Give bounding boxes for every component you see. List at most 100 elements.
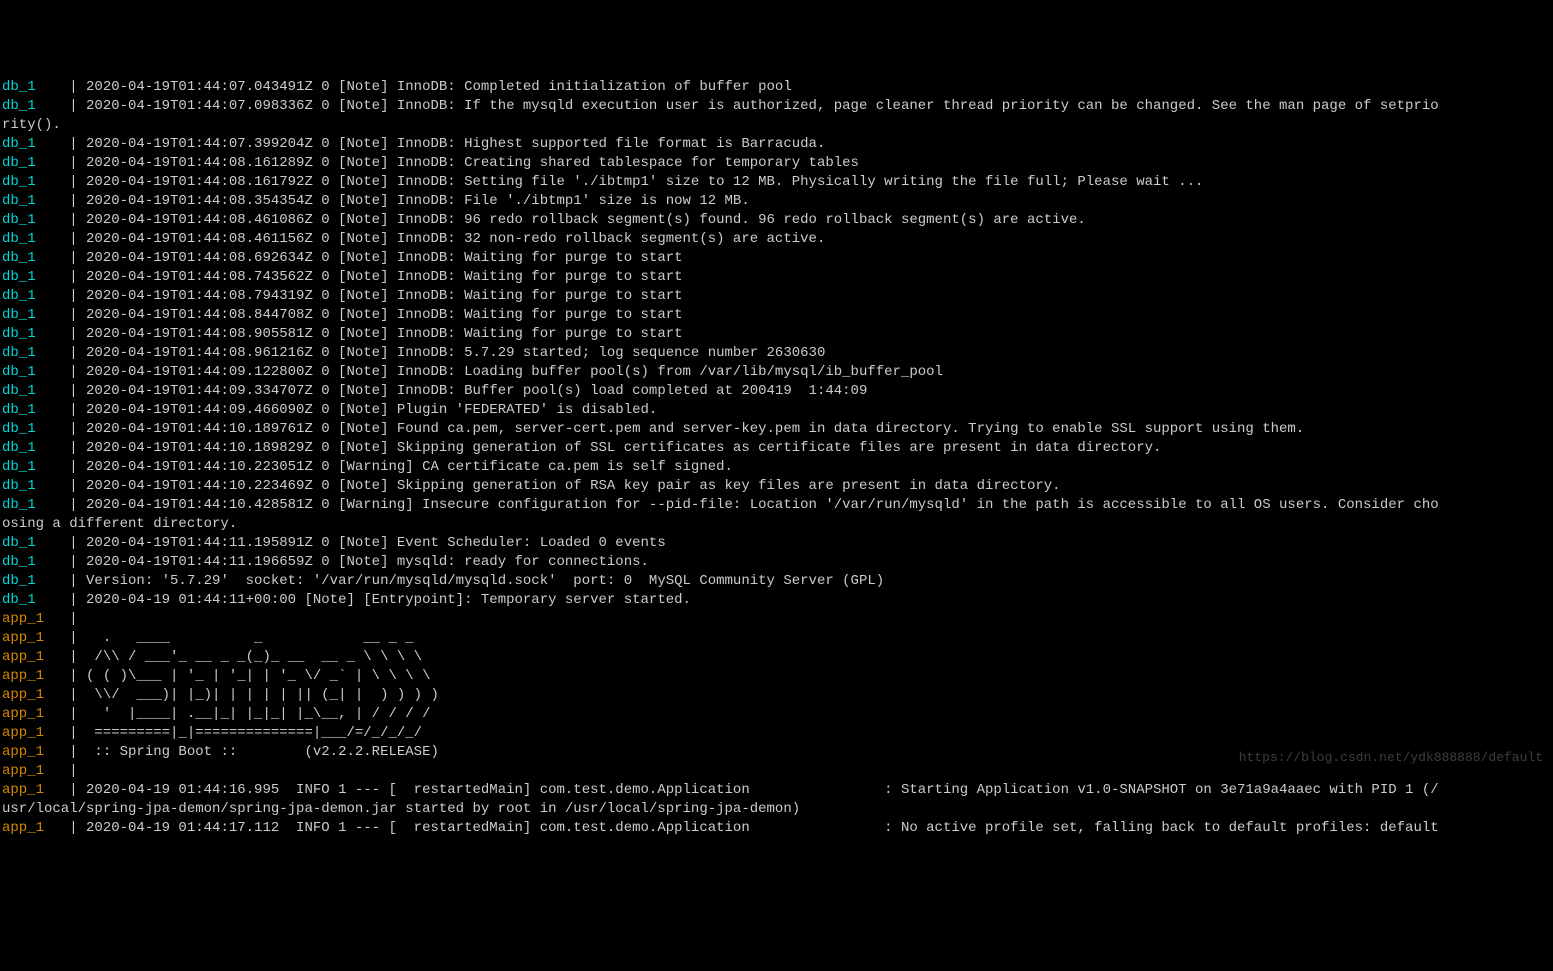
log-line: app_1 | 2020-04-19 01:44:16.995 INFO 1 -… <box>2 781 1551 800</box>
log-line: usr/local/spring-jpa-demon/spring-jpa-de… <box>2 800 1551 819</box>
log-message: | 2020-04-19T01:44:09.466090Z 0 [Note] P… <box>69 402 657 418</box>
log-message: | =========|_|==============|___/=/_/_/_… <box>69 725 422 741</box>
log-message: | 2020-04-19T01:44:07.098336Z 0 [Note] I… <box>69 98 1438 114</box>
log-line: db_1 | 2020-04-19T01:44:08.794319Z 0 [No… <box>2 287 1551 306</box>
log-message: | :: Spring Boot :: (v2.2.2.RELEASE) <box>69 744 439 760</box>
container-prefix: db_1 <box>2 269 69 285</box>
log-message: osing a different directory. <box>2 516 237 532</box>
log-line: db_1 | 2020-04-19T01:44:08.461086Z 0 [No… <box>2 211 1551 230</box>
container-prefix: db_1 <box>2 193 69 209</box>
container-prefix: db_1 <box>2 592 69 608</box>
container-prefix: db_1 <box>2 155 69 171</box>
log-line: app_1 | <box>2 610 1551 629</box>
container-prefix: db_1 <box>2 402 69 418</box>
container-prefix: db_1 <box>2 307 69 323</box>
log-line: db_1 | 2020-04-19 01:44:11+00:00 [Note] … <box>2 591 1551 610</box>
log-line: db_1 | 2020-04-19T01:44:09.334707Z 0 [No… <box>2 382 1551 401</box>
log-line: db_1 | 2020-04-19T01:44:07.043491Z 0 [No… <box>2 78 1551 97</box>
container-prefix: db_1 <box>2 98 69 114</box>
log-line: db_1 | 2020-04-19T01:44:10.223469Z 0 [No… <box>2 477 1551 496</box>
container-prefix: db_1 <box>2 535 69 551</box>
log-message: | 2020-04-19T01:44:09.122800Z 0 [Note] I… <box>69 364 943 380</box>
log-message: | 2020-04-19 01:44:16.995 INFO 1 --- [ r… <box>69 782 1438 798</box>
log-message: | 2020-04-19T01:44:08.461086Z 0 [Note] I… <box>69 212 1086 228</box>
log-message: | Version: '5.7.29' socket: '/var/run/my… <box>69 573 884 589</box>
log-message: | 2020-04-19T01:44:10.189829Z 0 [Note] S… <box>69 440 1161 456</box>
container-prefix: app_1 <box>2 611 69 627</box>
container-prefix: app_1 <box>2 763 69 779</box>
log-message: | ' |____| .__|_| |_|_| |_\__, | / / / / <box>69 706 430 722</box>
log-message: | 2020-04-19T01:44:08.794319Z 0 [Note] I… <box>69 288 682 304</box>
container-prefix: db_1 <box>2 136 69 152</box>
log-message: | <box>69 611 86 627</box>
log-line: db_1 | 2020-04-19T01:44:08.461156Z 0 [No… <box>2 230 1551 249</box>
terminal-output[interactable]: db_1 | 2020-04-19T01:44:07.043491Z 0 [No… <box>2 78 1551 838</box>
log-line: app_1 | \\/ ___)| |_)| | | | | || (_| | … <box>2 686 1551 705</box>
log-line: db_1 | 2020-04-19T01:44:11.195891Z 0 [No… <box>2 534 1551 553</box>
container-prefix: db_1 <box>2 250 69 266</box>
container-prefix: app_1 <box>2 744 69 760</box>
log-line: db_1 | 2020-04-19T01:44:08.161792Z 0 [No… <box>2 173 1551 192</box>
log-message: | 2020-04-19T01:44:08.161792Z 0 [Note] I… <box>69 174 1203 190</box>
log-message: | 2020-04-19T01:44:08.461156Z 0 [Note] I… <box>69 231 825 247</box>
log-message: | 2020-04-19T01:44:10.189761Z 0 [Note] F… <box>69 421 1304 437</box>
log-message: | <box>69 763 86 779</box>
log-line: db_1 | 2020-04-19T01:44:08.743562Z 0 [No… <box>2 268 1551 287</box>
log-line: db_1 | 2020-04-19T01:44:10.428581Z 0 [Wa… <box>2 496 1551 515</box>
container-prefix: db_1 <box>2 288 69 304</box>
log-message: | 2020-04-19T01:44:08.961216Z 0 [Note] I… <box>69 345 825 361</box>
log-line: db_1 | 2020-04-19T01:44:08.692634Z 0 [No… <box>2 249 1551 268</box>
container-prefix: db_1 <box>2 212 69 228</box>
log-line: db_1 | 2020-04-19T01:44:07.399204Z 0 [No… <box>2 135 1551 154</box>
log-message: | . ____ _ __ _ _ <box>69 630 413 646</box>
log-message: | 2020-04-19T01:44:10.428581Z 0 [Warning… <box>69 497 1438 513</box>
log-line: db_1 | 2020-04-19T01:44:10.189829Z 0 [No… <box>2 439 1551 458</box>
log-message: | ( ( )\___ | '_ | '_| | '_ \/ _` | \ \ … <box>69 668 430 684</box>
log-line: db_1 | 2020-04-19T01:44:08.961216Z 0 [No… <box>2 344 1551 363</box>
log-message: | 2020-04-19T01:44:10.223051Z 0 [Warning… <box>69 459 733 475</box>
log-line: app_1 | 2020-04-19 01:44:17.112 INFO 1 -… <box>2 819 1551 838</box>
container-prefix: app_1 <box>2 706 69 722</box>
log-message: | 2020-04-19T01:44:07.399204Z 0 [Note] I… <box>69 136 825 152</box>
log-line: db_1 | 2020-04-19T01:44:07.098336Z 0 [No… <box>2 97 1551 116</box>
log-message: | 2020-04-19T01:44:10.223469Z 0 [Note] S… <box>69 478 1060 494</box>
log-message: | 2020-04-19T01:44:08.844708Z 0 [Note] I… <box>69 307 682 323</box>
log-message: | /\\ / ___'_ __ _ _(_)_ __ __ _ \ \ \ \ <box>69 649 422 665</box>
log-line: db_1 | Version: '5.7.29' socket: '/var/r… <box>2 572 1551 591</box>
container-prefix: app_1 <box>2 820 69 836</box>
log-message: | 2020-04-19T01:44:08.692634Z 0 [Note] I… <box>69 250 682 266</box>
container-prefix: app_1 <box>2 630 69 646</box>
log-line: app_1 | ' |____| .__|_| |_|_| |_\__, | /… <box>2 705 1551 724</box>
container-prefix: app_1 <box>2 782 69 798</box>
container-prefix: db_1 <box>2 364 69 380</box>
log-message: | 2020-04-19T01:44:08.161289Z 0 [Note] I… <box>69 155 859 171</box>
container-prefix: app_1 <box>2 668 69 684</box>
log-message: | 2020-04-19T01:44:07.043491Z 0 [Note] I… <box>69 79 792 95</box>
log-line: db_1 | 2020-04-19T01:44:08.844708Z 0 [No… <box>2 306 1551 325</box>
container-prefix: db_1 <box>2 497 69 513</box>
log-line: db_1 | 2020-04-19T01:44:11.196659Z 0 [No… <box>2 553 1551 572</box>
log-line: db_1 | 2020-04-19T01:44:08.161289Z 0 [No… <box>2 154 1551 173</box>
container-prefix: db_1 <box>2 440 69 456</box>
container-prefix: db_1 <box>2 554 69 570</box>
log-message: | 2020-04-19T01:44:09.334707Z 0 [Note] I… <box>69 383 867 399</box>
log-message: | 2020-04-19T01:44:08.905581Z 0 [Note] I… <box>69 326 682 342</box>
log-message: | 2020-04-19T01:44:08.743562Z 0 [Note] I… <box>69 269 682 285</box>
log-line: app_1 | ( ( )\___ | '_ | '_| | '_ \/ _` … <box>2 667 1551 686</box>
container-prefix: app_1 <box>2 725 69 741</box>
log-message: | 2020-04-19T01:44:08.354354Z 0 [Note] I… <box>69 193 750 209</box>
log-line: db_1 | 2020-04-19T01:44:09.466090Z 0 [No… <box>2 401 1551 420</box>
log-line: db_1 | 2020-04-19T01:44:08.354354Z 0 [No… <box>2 192 1551 211</box>
log-message: usr/local/spring-jpa-demon/spring-jpa-de… <box>2 801 800 817</box>
log-line: app_1 | =========|_|==============|___/=… <box>2 724 1551 743</box>
container-prefix: app_1 <box>2 649 69 665</box>
container-prefix: db_1 <box>2 326 69 342</box>
container-prefix: db_1 <box>2 573 69 589</box>
log-line: rity(). <box>2 116 1551 135</box>
container-prefix: db_1 <box>2 231 69 247</box>
log-message: | 2020-04-19T01:44:11.196659Z 0 [Note] m… <box>69 554 649 570</box>
log-message: | 2020-04-19T01:44:11.195891Z 0 [Note] E… <box>69 535 666 551</box>
container-prefix: db_1 <box>2 383 69 399</box>
container-prefix: db_1 <box>2 345 69 361</box>
container-prefix: app_1 <box>2 687 69 703</box>
